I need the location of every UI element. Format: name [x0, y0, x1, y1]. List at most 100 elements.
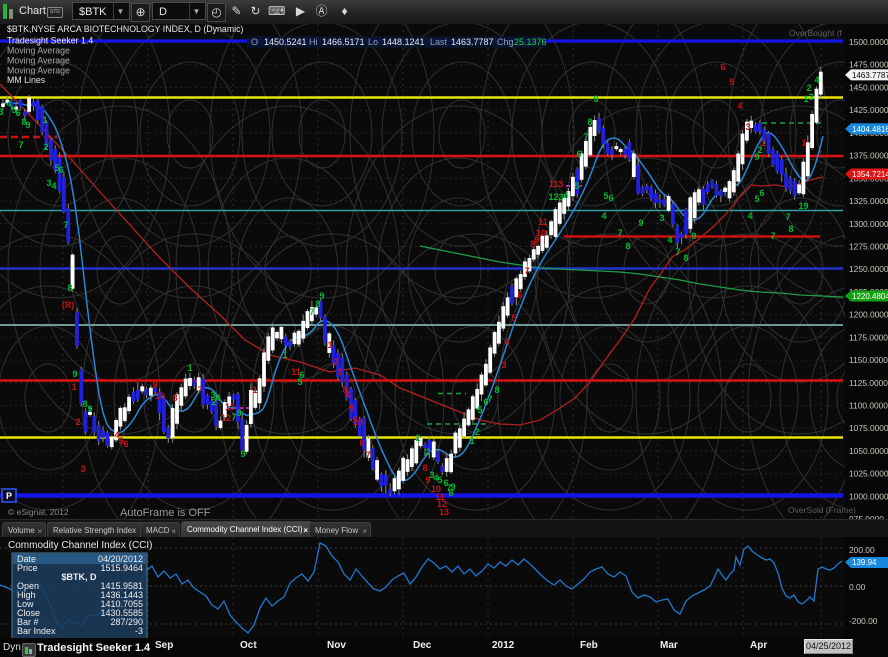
svg-text:3: 3 [0, 107, 4, 117]
svg-text:10: 10 [536, 228, 546, 238]
svg-text:4: 4 [51, 181, 56, 191]
svg-text:200.00: 200.00 [849, 545, 875, 555]
svg-text:1125.0000: 1125.0000 [849, 378, 888, 388]
svg-text:Commodity Channel Index (CCI): Commodity Channel Index (CCI) [8, 540, 153, 551]
svg-text:9: 9 [240, 449, 245, 459]
svg-text:9: 9 [25, 120, 30, 130]
svg-text:6: 6 [576, 149, 581, 159]
svg-text:2: 2 [425, 447, 430, 457]
svg-text:1425.0000: 1425.0000 [849, 105, 888, 115]
svg-text:Chg: Chg [497, 37, 514, 47]
svg-text:1250.0000: 1250.0000 [849, 264, 888, 274]
svg-text:7: 7 [18, 140, 23, 150]
svg-text:P: P [6, 491, 12, 501]
svg-text:113: 113 [549, 179, 564, 189]
svg-text:O: O [251, 37, 258, 47]
svg-text:9: 9 [691, 231, 696, 241]
svg-text:$BTK,NYSE ARCA BIOTECHNOLOGY I: $BTK,NYSE ARCA BIOTECHNOLOGY INDEX, D (D… [7, 24, 243, 34]
svg-text:0.00: 0.00 [849, 582, 866, 592]
svg-text:3: 3 [337, 367, 342, 377]
svg-text:1463.7787: 1463.7787 [451, 37, 494, 47]
svg-text:1325.0000: 1325.0000 [849, 196, 888, 206]
svg-text:2: 2 [43, 142, 48, 152]
svg-text:-3: -3 [135, 626, 143, 636]
svg-text:6: 6 [720, 62, 725, 72]
svg-text:13: 13 [225, 402, 235, 412]
svg-text:7: 7 [487, 394, 492, 404]
svg-text:Moving Average: Moving Average [7, 56, 70, 66]
svg-text:1000.0000: 1000.0000 [849, 491, 888, 501]
svg-text:1: 1 [801, 138, 806, 148]
svg-text:3: 3 [659, 213, 664, 223]
svg-text:9: 9 [638, 218, 643, 228]
svg-text:Moving Average: Moving Average [7, 66, 70, 76]
svg-text:7: 7 [770, 231, 775, 241]
svg-text:123: 123 [548, 192, 563, 202]
svg-text:8: 8 [315, 299, 320, 309]
svg-text:1220.4804: 1220.4804 [852, 292, 888, 301]
svg-text:9: 9 [87, 404, 92, 414]
svg-text:8: 8 [788, 224, 793, 234]
svg-text:7: 7 [63, 220, 68, 230]
svg-text:1448.1241: 1448.1241 [382, 37, 425, 47]
svg-text:8: 8 [625, 241, 630, 251]
svg-text:4: 4 [601, 211, 606, 221]
svg-text:4: 4 [747, 211, 752, 221]
svg-text:1150.0000: 1150.0000 [849, 355, 888, 365]
svg-text:4: 4 [814, 75, 819, 85]
svg-text:8: 8 [422, 463, 427, 473]
svg-text:6: 6 [359, 438, 364, 448]
svg-text:5: 5 [477, 405, 482, 415]
svg-text:7: 7 [365, 450, 370, 460]
svg-text:1466.5171: 1466.5171 [322, 37, 365, 47]
svg-text:1: 1 [187, 363, 192, 373]
svg-text:Hi: Hi [309, 37, 318, 47]
svg-text:3: 3 [745, 122, 750, 132]
svg-text:1354.7214: 1354.7214 [852, 170, 888, 179]
svg-text:AutoFrame is OFF: AutoFrame is OFF [120, 507, 211, 519]
svg-text:9: 9 [593, 94, 598, 104]
svg-text:Price: Price [17, 563, 38, 573]
svg-text:6: 6 [15, 108, 20, 118]
svg-text:8: 8 [236, 408, 241, 418]
svg-text:12: 12 [221, 413, 231, 423]
svg-text:9: 9 [152, 380, 157, 390]
svg-text:7: 7 [583, 132, 588, 142]
svg-text:1404.4816: 1404.4816 [852, 125, 888, 134]
svg-text:6: 6 [759, 188, 764, 198]
svg-text:MM Lines: MM Lines [7, 75, 46, 85]
svg-text:9: 9 [349, 403, 354, 413]
svg-text:1300.0000: 1300.0000 [849, 219, 888, 229]
svg-text:9: 9 [803, 201, 808, 211]
svg-text:Bar Index: Bar Index [17, 626, 56, 636]
svg-text:5: 5 [729, 77, 734, 87]
svg-text:1075.0000: 1075.0000 [849, 423, 888, 433]
svg-text:13: 13 [439, 507, 449, 517]
svg-text:3: 3 [80, 464, 85, 474]
svg-text:1450.0000: 1450.0000 [849, 82, 888, 92]
svg-text:Lo: Lo [368, 37, 378, 47]
svg-text:7: 7 [617, 228, 622, 238]
svg-text:3: 3 [501, 360, 506, 370]
svg-text:1200.0000: 1200.0000 [849, 310, 888, 320]
svg-text:8: 8 [67, 283, 72, 293]
svg-text:2: 2 [474, 427, 479, 437]
svg-text:8: 8 [494, 385, 499, 395]
svg-text:1: 1 [71, 382, 76, 392]
svg-text:1: 1 [282, 350, 287, 360]
svg-text:1275.0000: 1275.0000 [849, 242, 888, 252]
svg-text:8: 8 [683, 253, 688, 263]
svg-text:6: 6 [608, 193, 613, 203]
svg-text:(R): (R) [62, 300, 75, 310]
svg-text:1: 1 [469, 436, 474, 446]
svg-text:OverSold (Frame): OverSold (Frame) [788, 505, 856, 515]
svg-text:5: 5 [511, 313, 516, 323]
svg-text:7: 7 [785, 212, 790, 222]
svg-text:6: 6 [299, 370, 304, 380]
svg-text:6: 6 [123, 439, 128, 449]
svg-text:5: 5 [574, 181, 579, 191]
svg-text:-200.00: -200.00 [849, 616, 878, 626]
svg-text:1: 1 [415, 433, 420, 443]
svg-text:4: 4 [563, 190, 568, 200]
svg-text:1050.0000: 1050.0000 [849, 446, 888, 456]
